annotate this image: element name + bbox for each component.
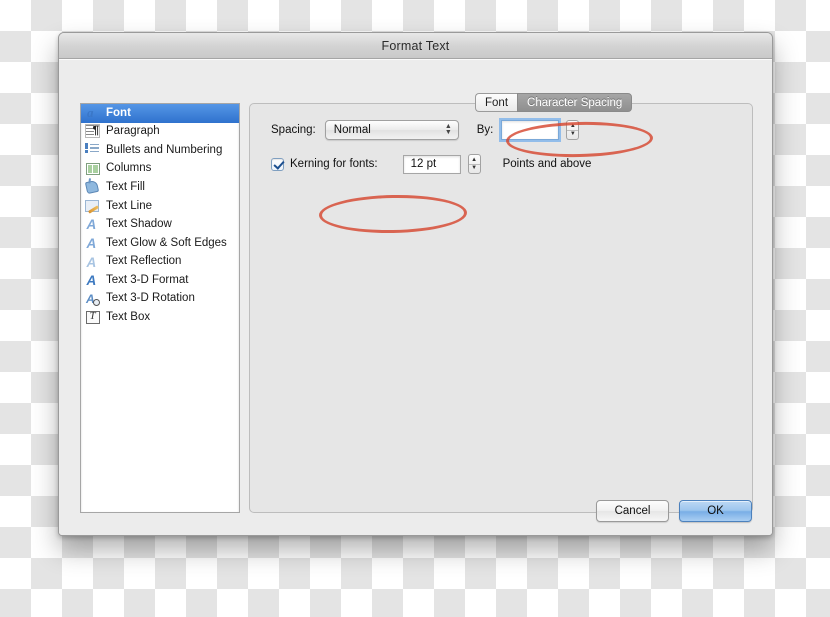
- sidebar-item-text-box[interactable]: Text Box: [81, 309, 239, 328]
- kerning-size-input[interactable]: 12 pt: [402, 154, 461, 174]
- sidebar-item-label: Text Line: [106, 199, 153, 212]
- sidebar-item-label: Text Glow & Soft Edges: [106, 236, 227, 249]
- format-text-dialog: Format Text a Font Paragraph Bullets and…: [58, 32, 773, 536]
- ok-button[interactable]: OK: [679, 500, 752, 522]
- bullets-icon: [84, 143, 101, 158]
- sidebar-item-label: Bullets and Numbering: [106, 143, 223, 156]
- dialog-body: a Font Paragraph Bullets and Numbering C…: [59, 59, 772, 535]
- spacing-row: Spacing: Normal ▲ ▼ By: ▲ ▼: [271, 118, 580, 142]
- kerning-stepper[interactable]: ▲ ▼: [467, 154, 481, 174]
- columns-icon: [84, 162, 101, 177]
- text-box-icon: [84, 310, 101, 325]
- spacing-label: Spacing:: [271, 124, 316, 136]
- sidebar-item-paragraph[interactable]: Paragraph: [81, 123, 239, 142]
- points-and-above-label: Points and above: [502, 158, 592, 170]
- sidebar-item-text-3d-rotation[interactable]: Text 3-D Rotation: [81, 290, 239, 309]
- sidebar-item-text-shadow[interactable]: A Text Shadow: [81, 216, 239, 235]
- kerning-checkbox[interactable]: [271, 157, 284, 171]
- sidebar-item-columns[interactable]: Columns: [81, 160, 239, 179]
- letter-a-shadow-icon: A: [86, 217, 97, 233]
- sidebar-item-label: Text Reflection: [106, 255, 182, 268]
- by-input[interactable]: [499, 118, 562, 142]
- by-label: By:: [476, 124, 494, 136]
- sidebar-item-label: Text 3-D Format: [106, 273, 189, 286]
- kerning-row: Kerning for fonts: 12 pt ▲ ▼ Points and a…: [271, 154, 591, 174]
- sidebar-item-text-fill[interactable]: Text Fill: [81, 178, 239, 197]
- sidebar-item-label: Text 3-D Rotation: [106, 292, 195, 305]
- chevron-updown-icon: ▲ ▼: [444, 123, 452, 136]
- dialog-buttons: Cancel OK: [596, 500, 752, 522]
- by-stepper[interactable]: ▲ ▼: [566, 120, 580, 140]
- paragraph-icon: [84, 123, 101, 139]
- sidebar-item-text-3d-format[interactable]: A Text 3-D Format: [81, 271, 239, 290]
- letter-a-rotation-icon: [84, 292, 101, 307]
- sidebar-item-text-glow-soft-edges[interactable]: A Text Glow & Soft Edges: [81, 234, 239, 253]
- character-spacing-panel: Spacing: Normal ▲ ▼ By: ▲ ▼ Kerning for fo…: [249, 103, 753, 513]
- letter-a-reflection-icon: A: [86, 254, 97, 270]
- sidebar-item-label: Text Shadow: [106, 218, 172, 231]
- sidebar-item-bullets-and-numbering[interactable]: Bullets and Numbering: [81, 141, 239, 160]
- spacing-select[interactable]: Normal ▲ ▼: [324, 120, 459, 140]
- kerning-label: Kerning for fonts:: [290, 158, 378, 170]
- sidebar-item-text-reflection[interactable]: A Text Reflection: [81, 253, 239, 272]
- sidebar-item-label: Text Fill: [106, 180, 145, 193]
- letter-a-3d-icon: A: [86, 273, 97, 289]
- cancel-button[interactable]: Cancel: [596, 500, 669, 522]
- paint-bucket-icon: [84, 180, 101, 195]
- sidebar-item-label: Font: [106, 106, 131, 119]
- spacing-select-value: Normal: [333, 124, 371, 136]
- dialog-title: Format Text: [381, 38, 450, 53]
- tab-character-spacing[interactable]: Character Spacing: [517, 93, 633, 112]
- sidebar-item-label: Columns: [106, 162, 152, 175]
- letter-a-glow-icon: A: [86, 235, 97, 251]
- sidebar-item-label: Paragraph: [106, 125, 160, 138]
- category-list[interactable]: a Font Paragraph Bullets and Numbering C…: [80, 103, 240, 513]
- pencil-icon: [84, 199, 101, 214]
- sidebar-item-font[interactable]: a Font: [81, 104, 239, 123]
- dialog-titlebar[interactable]: Format Text: [59, 33, 772, 59]
- tab-font[interactable]: Font: [475, 93, 518, 112]
- sidebar-item-text-line[interactable]: Text Line: [81, 197, 239, 216]
- font-a-icon: a: [87, 104, 94, 120]
- tab-bar[interactable]: Font Character Spacing: [475, 93, 633, 112]
- sidebar-item-label: Text Box: [106, 311, 151, 324]
